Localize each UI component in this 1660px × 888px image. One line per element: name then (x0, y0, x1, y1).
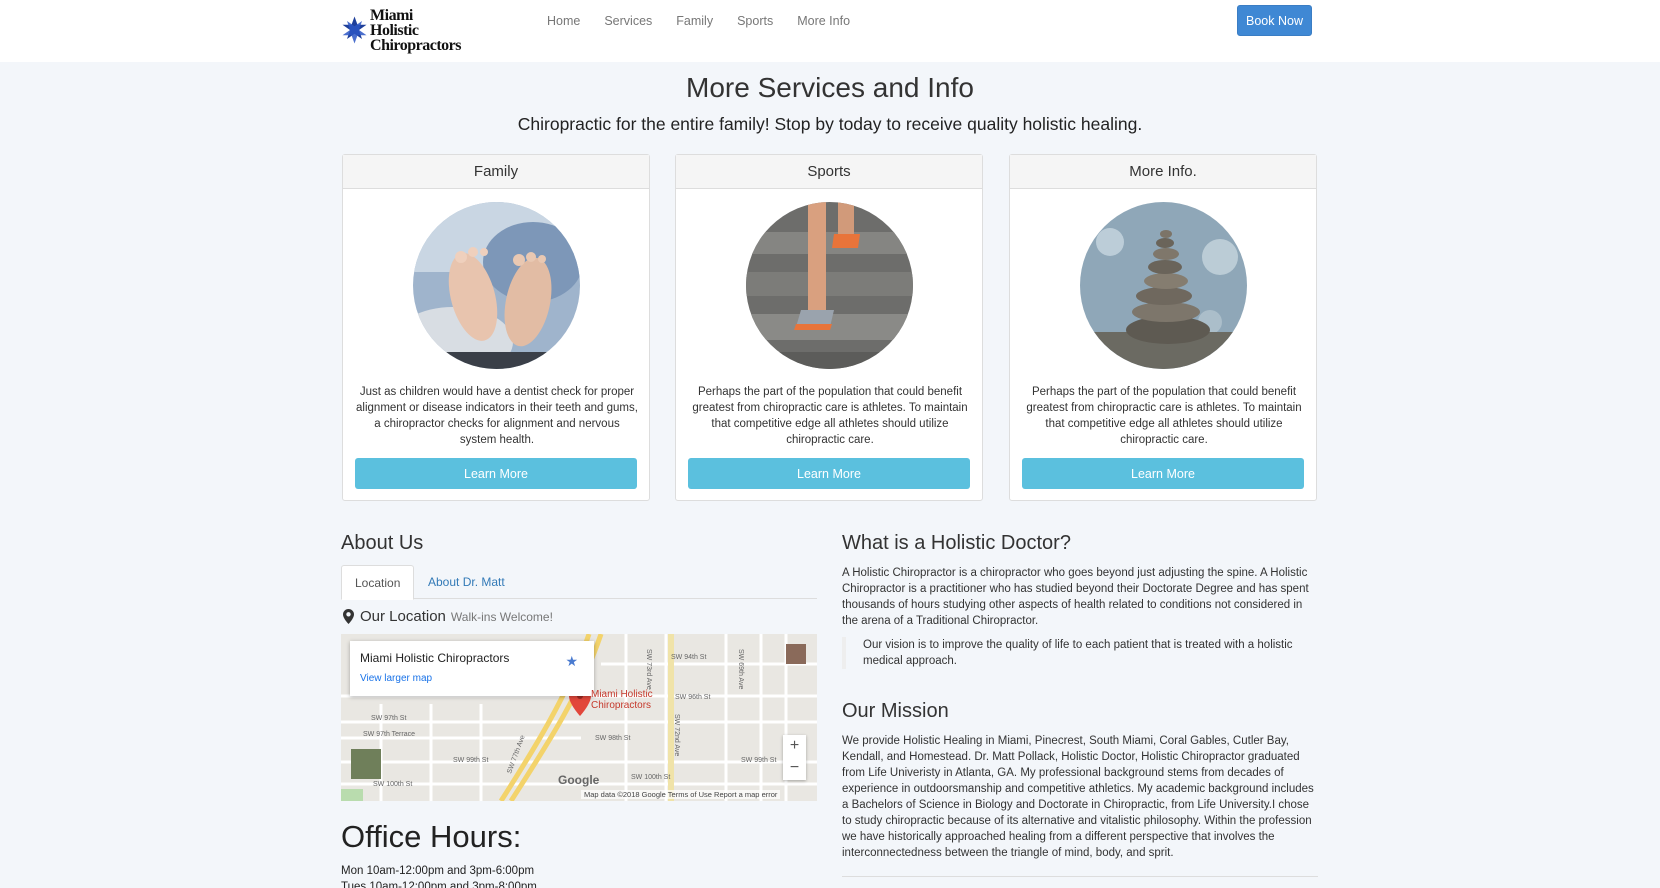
svg-text:SW 69th Ave: SW 69th Ave (737, 649, 744, 689)
learn-more-button[interactable]: Learn More (1022, 458, 1304, 489)
hours-line: Tues 10am-12:00pm and 3pm-8:00pm (341, 881, 537, 888)
star-logo-icon (342, 16, 367, 44)
view-larger-map-link[interactable]: View larger map (360, 673, 432, 684)
learn-more-button[interactable]: Learn More (355, 458, 637, 489)
svg-text:SW 97th St: SW 97th St (371, 715, 406, 722)
svg-text:SW 97th Terrace: SW 97th Terrace (363, 731, 415, 738)
location-label: Our Location (360, 608, 446, 625)
page-subtitle: Chiropractic for the entire family! Stop… (517, 114, 1143, 134)
nav-more-info[interactable]: More Info (797, 12, 850, 30)
embedded-map[interactable]: SW 94th St SW 94th St SW 96th St SW 97th… (341, 634, 817, 801)
nav-home[interactable]: Home (547, 12, 580, 30)
office-hours-heading: Office Hours: (341, 819, 522, 854)
stacked-stones-image (1080, 202, 1247, 369)
zoom-in-button[interactable]: + (783, 735, 806, 757)
nav-family[interactable]: Family (676, 12, 713, 30)
svg-text:SW 72nd Ave: SW 72nd Ave (673, 714, 680, 756)
svg-text:SW 100th St: SW 100th St (631, 774, 670, 781)
our-mission-heading: Our Mission (842, 700, 949, 722)
map-pin-label: Miami Holistic Chiropractors (591, 689, 653, 711)
card-description: Perhaps the part of the population that … (1026, 386, 1302, 446)
nav-services[interactable]: Services (604, 12, 652, 30)
save-star-icon[interactable]: ★ (565, 653, 578, 670)
map-footer: Map data ©2018 Google Terms of Use Repor… (581, 790, 781, 799)
hours-line: Mon 10am-12:00pm and 3pm-6:00pm (341, 865, 535, 877)
zoom-out-button[interactable]: − (783, 757, 806, 779)
navbar: Miami Holistic Chiropractors Home Servic… (0, 0, 1660, 62)
about-tabs: Location About Dr. Matt (341, 565, 817, 600)
map-pin-label-1: Miami Holistic (591, 689, 653, 700)
map-pin-label-2: Chiropractors (591, 700, 652, 711)
about-us-heading: About Us (341, 532, 424, 554)
runner-stairs-image (746, 202, 913, 369)
map-marker-icon (343, 609, 354, 624)
svg-text:SW 73rd Ave: SW 73rd Ave (645, 649, 652, 690)
card-description: Perhaps the part of the population that … (692, 386, 968, 446)
logo-line-1: Miami Holistic (370, 6, 419, 39)
svg-text:SW 94th St: SW 94th St (671, 654, 706, 661)
svg-text:SW 96th St: SW 96th St (675, 694, 710, 701)
tab-about-dr-matt[interactable]: About Dr. Matt (415, 565, 518, 599)
svg-text:SW 99th St: SW 99th St (453, 757, 488, 764)
holistic-doctor-text: A Holistic Chiropractor is a chiropracto… (842, 567, 1309, 627)
card-title: More Info. (1010, 155, 1316, 189)
card-title: Sports (676, 155, 982, 189)
location-line: Our Location Walk-ins Welcome! (343, 608, 553, 625)
learn-more-button[interactable]: Learn More (688, 458, 970, 489)
nav-links: Home Services Family Sports More Info (547, 12, 874, 30)
map-zoom-controls: + − (783, 735, 806, 780)
svg-text:SW 100th St: SW 100th St (373, 781, 412, 788)
vision-quote: Our vision is to improve the quality of … (842, 637, 1320, 669)
page-title: More Services and Info (686, 72, 974, 103)
card-description: Just as children would have a dentist ch… (356, 386, 638, 446)
logo[interactable]: Miami Holistic Chiropractors (341, 6, 461, 54)
card-family: Family Just as children would have a den… (342, 154, 650, 501)
card-title: Family (343, 155, 649, 189)
logo-text: Miami Holistic Chiropractors (370, 6, 461, 54)
card-sports: Sports Perhaps the part of the populatio… (675, 154, 983, 501)
office-hours-list: Mon 10am-12:00pm and 3pm-6:00pm Tues 10a… (341, 863, 537, 888)
tab-location[interactable]: Location (341, 565, 415, 600)
book-now-button[interactable]: Book Now (1237, 5, 1312, 36)
svg-text:SW 99th St: SW 99th St (741, 757, 776, 764)
card-more-info: More Info. Perhaps the part of the popul… (1009, 154, 1317, 501)
baby-feet-image (413, 202, 580, 369)
logo-line-2: Chiropractors (370, 36, 461, 54)
divider (842, 876, 1318, 877)
google-logo: Google (558, 773, 600, 787)
map-place-name: Miami Holistic Chiropractors (360, 651, 510, 665)
svg-text:SW 98th St: SW 98th St (595, 735, 630, 742)
map-info-card: Miami Holistic Chiropractors View larger… (350, 641, 594, 696)
location-note: Walk-ins Welcome! (450, 609, 553, 624)
nav-sports[interactable]: Sports (737, 12, 773, 30)
holistic-doctor-heading: What is a Holistic Doctor? (842, 532, 1071, 554)
our-mission-text: We provide Holistic Healing in Miami, Pi… (842, 735, 1314, 859)
